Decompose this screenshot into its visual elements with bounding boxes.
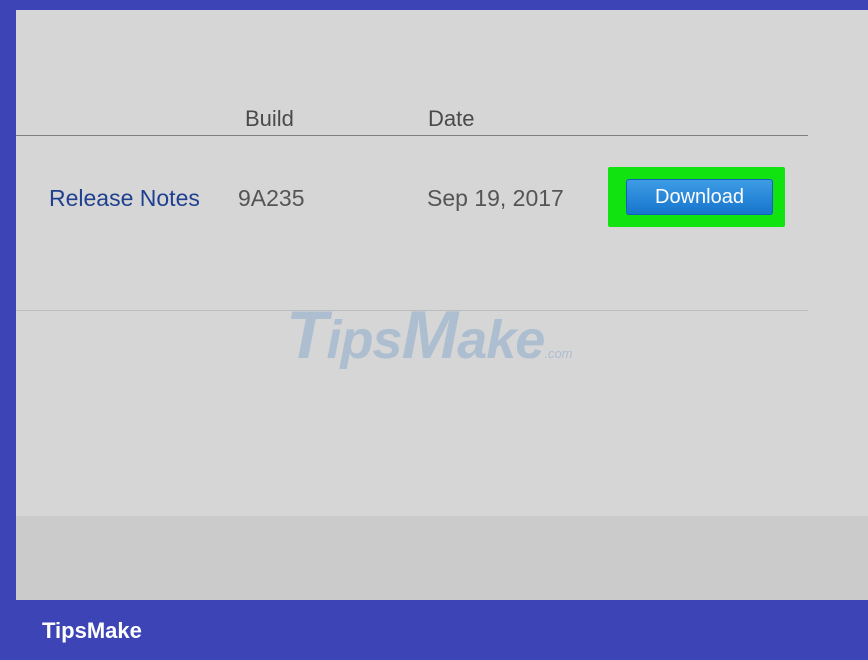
watermark-logo: TipsMake.com [286, 297, 573, 373]
date-value: Sep 19, 2017 [427, 185, 564, 211]
column-header-date: Date [428, 106, 475, 131]
release-notes-link[interactable]: Release Notes [49, 185, 200, 212]
build-value: 9A235 [238, 185, 305, 211]
panel-footer-area [16, 516, 868, 600]
downloads-panel: Build Date Release Notes 9A235 Sep 19, 2… [16, 10, 868, 600]
column-header-build: Build [245, 106, 294, 131]
download-button[interactable]: Download [626, 179, 773, 215]
header-divider [16, 135, 808, 136]
screenshot-frame: Build Date Release Notes 9A235 Sep 19, 2… [0, 0, 868, 660]
footer-brand-label: TipsMake [42, 618, 142, 643]
